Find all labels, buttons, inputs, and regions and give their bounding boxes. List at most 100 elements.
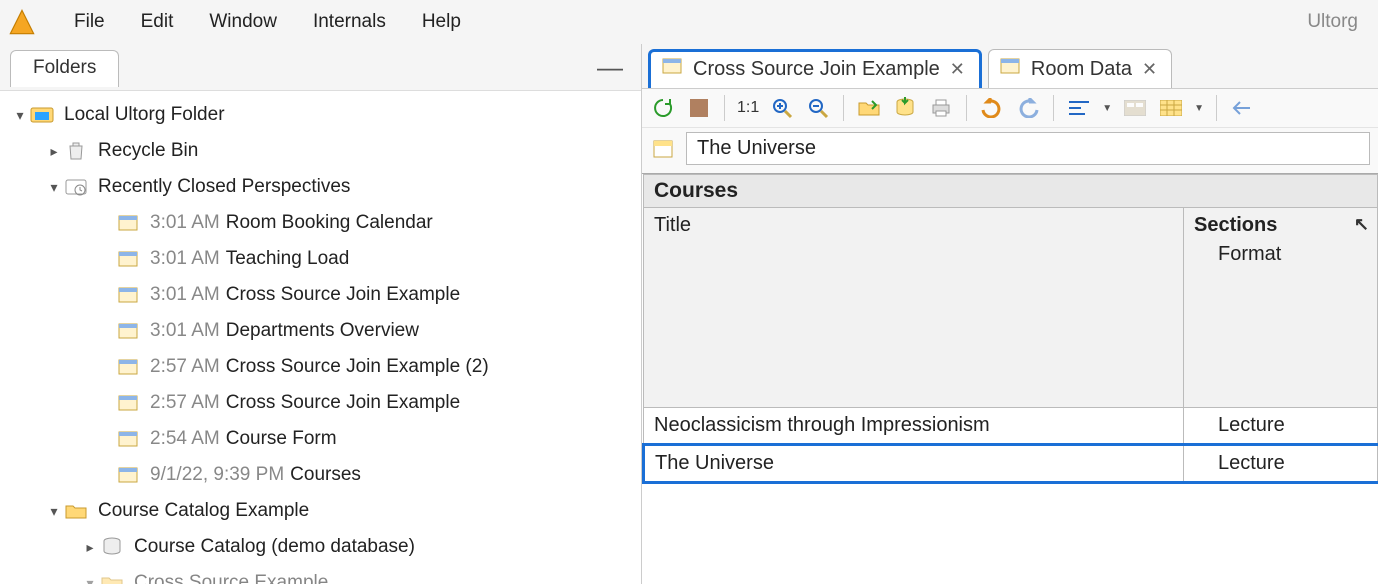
ratio-label[interactable]: 1:1 — [737, 99, 759, 117]
cell-title[interactable]: Neoclassicism through Impressionism — [644, 408, 1184, 445]
separator — [1216, 95, 1217, 121]
align-left-icon[interactable] — [1066, 95, 1092, 121]
timestamp: 3:01 AM — [150, 248, 220, 270]
tree-recent-item[interactable]: 3:01 AM Teaching Load — [0, 241, 641, 277]
editor-tabs: Cross Source Join Example ✕ Room Data ✕ — [642, 44, 1378, 88]
timestamp: 2:57 AM — [150, 392, 220, 414]
back-icon[interactable] — [1229, 95, 1255, 121]
folders-tab[interactable]: Folders — [10, 50, 119, 87]
app-title: Ultorg — [1307, 11, 1370, 33]
timestamp: 9/1/22, 9:39 PM — [150, 464, 284, 486]
separator — [843, 95, 844, 121]
print-icon[interactable] — [928, 95, 954, 121]
tree-label: Cross Source Join Example — [226, 284, 460, 306]
chevron-down-icon[interactable]: ▾ — [44, 179, 64, 196]
redo-icon[interactable] — [1015, 95, 1041, 121]
data-grid[interactable]: Courses Title Sections ↖ Format Neoclass… — [642, 173, 1378, 584]
column-sections[interactable]: Sections ↖ Format — [1184, 208, 1378, 408]
tab-cross-source-join[interactable]: Cross Source Join Example ✕ — [648, 49, 982, 88]
tree-recent[interactable]: ▾ Recently Closed Perspectives — [0, 169, 641, 205]
refresh-icon[interactable] — [650, 95, 676, 121]
table-row-selected[interactable]: The Universe Lecture — [644, 445, 1378, 483]
stop-icon[interactable] — [686, 95, 712, 121]
tree-label: Cross Source Example — [134, 572, 328, 584]
column-title[interactable]: Title — [644, 208, 1184, 408]
column-sections-label: Sections — [1194, 214, 1277, 236]
grid-super-header[interactable]: Courses — [644, 175, 1378, 208]
column-format[interactable]: Format — [1194, 237, 1367, 266]
perspective-icon — [116, 392, 140, 414]
tree-recent-item[interactable]: 9/1/22, 9:39 PM Courses — [0, 457, 641, 493]
dropdown-icon[interactable]: ▼ — [1102, 103, 1112, 114]
chevron-down-icon[interactable]: ▾ — [80, 575, 100, 584]
tree-label: Recently Closed Perspectives — [98, 176, 350, 198]
editor-panel: Cross Source Join Example ✕ Room Data ✕ … — [642, 44, 1378, 584]
minimize-panel-button[interactable]: — — [597, 52, 623, 83]
folders-panel: Folders — ▾ Local Ultorg Folder ▸ Recycl… — [0, 44, 642, 584]
timestamp: 3:01 AM — [150, 284, 220, 306]
folder-icon — [64, 500, 88, 522]
close-icon[interactable]: ✕ — [1142, 59, 1157, 80]
database-icon — [100, 536, 124, 558]
tree-root[interactable]: ▾ Local Ultorg Folder — [0, 97, 641, 133]
tree-recent-item[interactable]: 2:57 AM Cross Source Join Example — [0, 385, 641, 421]
chevron-down-icon[interactable]: ▾ — [44, 503, 64, 520]
zoom-in-icon[interactable] — [769, 95, 795, 121]
table-layout-icon[interactable] — [1158, 95, 1184, 121]
perspective-icon — [999, 56, 1021, 82]
separator — [724, 95, 725, 121]
table-row[interactable]: Neoclassicism through Impressionism Lect… — [644, 408, 1378, 445]
tree-recent-item[interactable]: 2:57 AM Cross Source Join Example (2) — [0, 349, 641, 385]
tree-course-catalog-example[interactable]: ▾ Course Catalog Example — [0, 493, 641, 529]
menu-internals[interactable]: Internals — [295, 7, 404, 37]
tree-label: Recycle Bin — [98, 140, 198, 162]
cell-format[interactable]: Lecture — [1184, 445, 1378, 483]
tree-label: Cross Source Join Example (2) — [226, 356, 489, 378]
cell-indicator-icon[interactable] — [650, 136, 676, 162]
menu-help[interactable]: Help — [404, 7, 479, 37]
cell-format[interactable]: Lecture — [1184, 408, 1378, 445]
undo-icon[interactable] — [979, 95, 1005, 121]
tree-cross-source-example[interactable]: ▾ Cross Source Example — [0, 565, 641, 584]
menubar: File Edit Window Internals Help Ultorg — [0, 0, 1378, 44]
separator — [1053, 95, 1054, 121]
folder-icon — [100, 572, 124, 584]
perspective-icon — [116, 356, 140, 378]
cell-title[interactable]: The Universe — [644, 445, 1184, 483]
perspective-icon — [116, 428, 140, 450]
chevron-right-icon[interactable]: ▸ — [44, 143, 64, 160]
tree-recent-item[interactable]: 3:01 AM Cross Source Join Example — [0, 277, 641, 313]
separator — [966, 95, 967, 121]
tree-recycle-bin[interactable]: ▸ Recycle Bin — [0, 133, 641, 169]
perspective-icon — [116, 320, 140, 342]
formula-input[interactable] — [686, 132, 1370, 165]
chevron-right-icon[interactable]: ▸ — [80, 539, 100, 556]
tree-label: Course Catalog (demo database) — [134, 536, 415, 558]
tree-course-catalog-db[interactable]: ▸ Course Catalog (demo database) — [0, 529, 641, 565]
menu-edit[interactable]: Edit — [123, 7, 192, 37]
timestamp: 3:01 AM — [150, 212, 220, 234]
zoom-out-icon[interactable] — [805, 95, 831, 121]
tree-label: Departments Overview — [226, 320, 419, 342]
menu-window[interactable]: Window — [191, 7, 295, 37]
dropdown-icon[interactable]: ▼ — [1194, 103, 1204, 114]
tree-label: Courses — [290, 464, 361, 486]
open-folder-icon[interactable] — [856, 95, 882, 121]
save-db-icon[interactable] — [892, 95, 918, 121]
sort-arrow-icon[interactable]: ↖ — [1354, 214, 1369, 235]
close-icon[interactable]: ✕ — [950, 59, 965, 80]
app-logo-icon — [8, 8, 36, 36]
tree-recent-item[interactable]: 2:54 AM Course Form — [0, 421, 641, 457]
chevron-down-icon[interactable]: ▾ — [10, 107, 30, 124]
tree-label: Course Form — [226, 428, 337, 450]
tree-label: Course Catalog Example — [98, 500, 309, 522]
perspective-icon — [116, 464, 140, 486]
tree-recent-item[interactable]: 3:01 AM Departments Overview — [0, 313, 641, 349]
tree-label: Teaching Load — [226, 248, 350, 270]
perspective-icon — [661, 56, 683, 82]
menu-file[interactable]: File — [56, 7, 123, 37]
tree-recent-item[interactable]: 3:01 AM Room Booking Calendar — [0, 205, 641, 241]
computer-folder-icon — [30, 104, 54, 126]
tab-room-data[interactable]: Room Data ✕ — [988, 49, 1172, 88]
form-layout-icon[interactable] — [1122, 95, 1148, 121]
